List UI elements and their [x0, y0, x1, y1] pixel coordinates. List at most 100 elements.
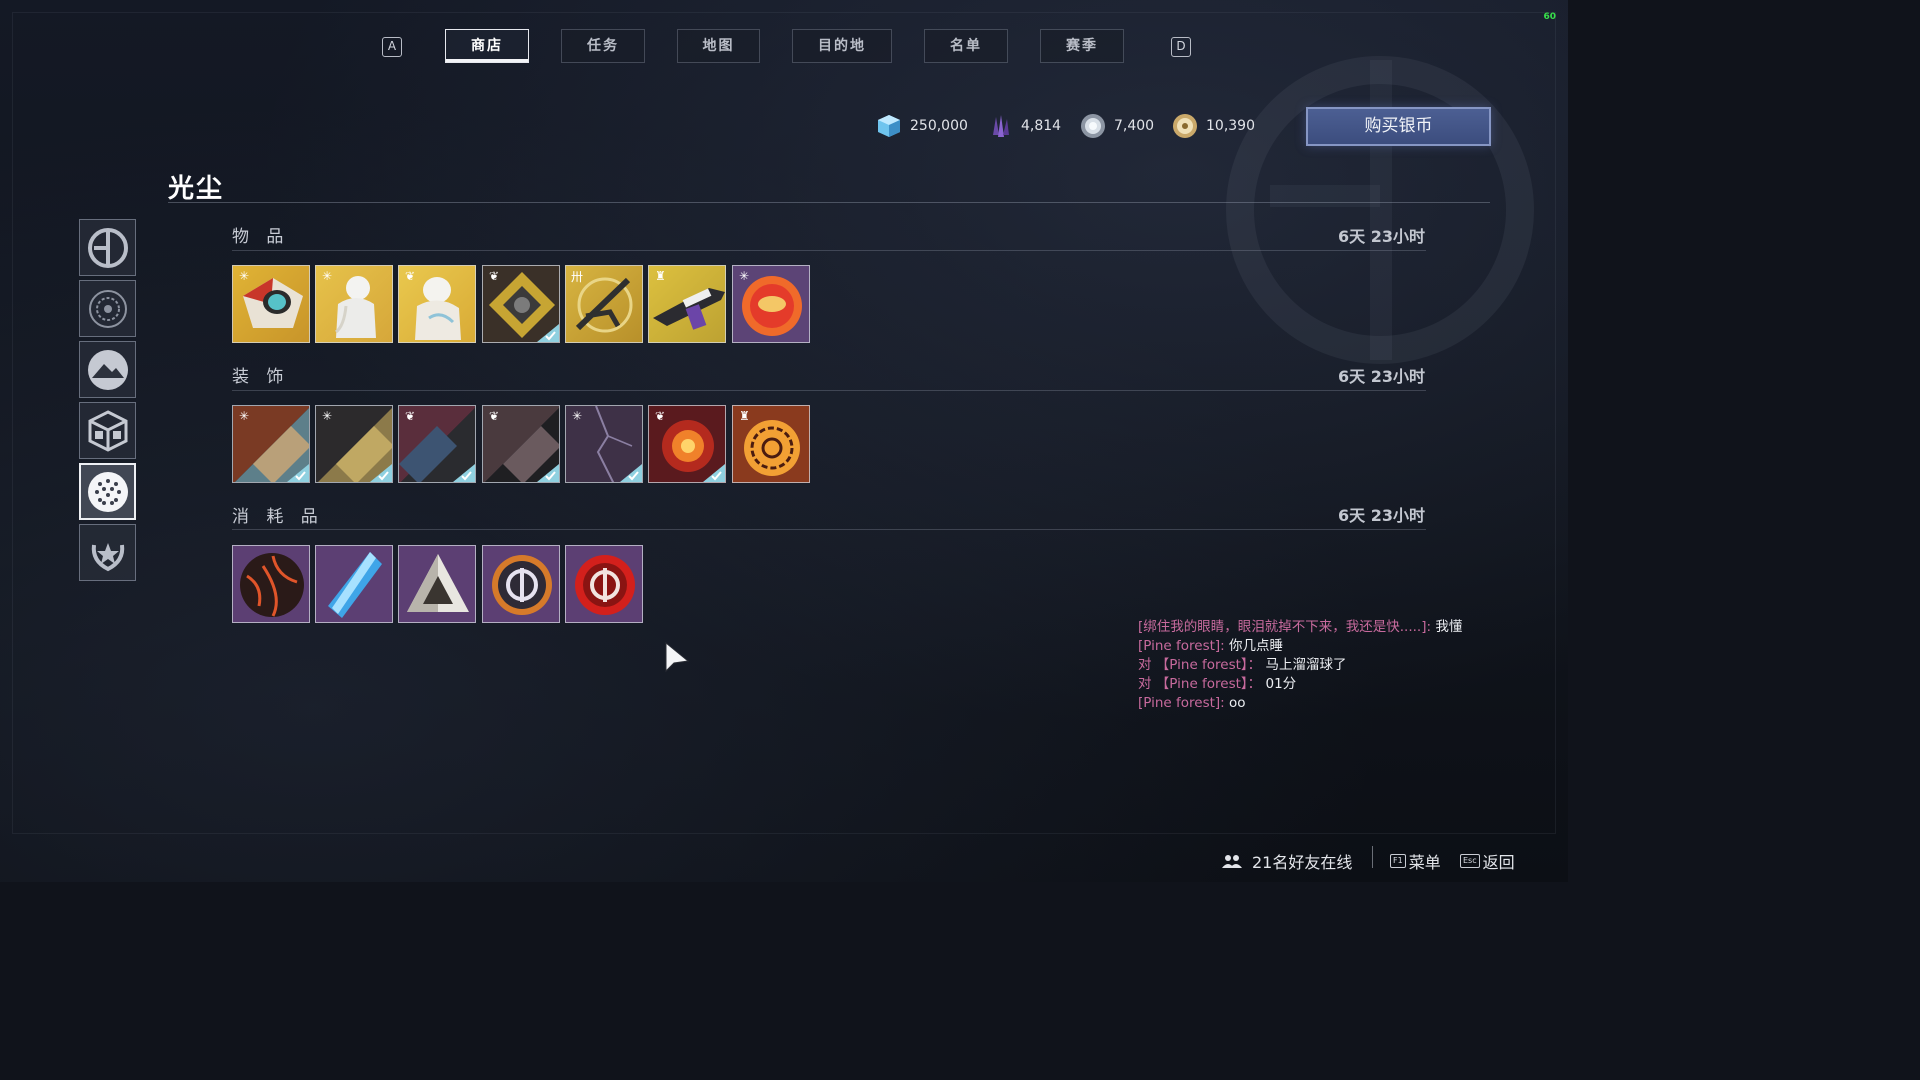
projection-item[interactable]: ♜: [732, 405, 810, 483]
svg-text:❦: ❦: [405, 409, 415, 423]
vendor-eververse-button[interactable]: [79, 219, 136, 276]
shader-5-item[interactable]: ✳: [565, 405, 643, 483]
tab-season[interactable]: 赛季: [1040, 29, 1124, 63]
svg-text:♜: ♜: [739, 409, 750, 423]
chat-sender: 对 【Pine forest】：: [1138, 657, 1266, 673]
title-divider: [168, 202, 1490, 203]
owned-check-icon: [620, 464, 642, 482]
chat-message: 01分: [1265, 676, 1297, 692]
buy-silver-button[interactable]: 购买银币: [1306, 107, 1491, 146]
back-hint[interactable]: Esc 返回: [1460, 849, 1515, 873]
owned-check-icon: [453, 464, 475, 482]
section-cosmetics-timer: 6天 23小时: [1338, 367, 1425, 386]
tab-map[interactable]: 地图: [677, 29, 760, 63]
section-items-timer: 6天 23小时: [1338, 227, 1425, 246]
esc-key: Esc: [1460, 854, 1480, 868]
chat-log: [绑住我的眼睛，眼泪就掉不下来，我还是快.....]: 我懂 [Pine for…: [1138, 618, 1462, 713]
gambit-icon: [87, 349, 128, 390]
svg-text:✳: ✳: [322, 409, 332, 423]
eververse-icon: [87, 227, 128, 268]
chat-message: 我懂: [1435, 619, 1463, 635]
vendor-laurel-button[interactable]: [79, 524, 136, 581]
section-cosmetics-divider: [232, 390, 1426, 391]
bright-dust-value: 7,400: [1114, 118, 1155, 134]
friends-online[interactable]: 21名好友在线: [1222, 849, 1352, 873]
legendary-shards-icon: [993, 115, 1009, 137]
chat-line: 对 【Pine forest】： 马上溜溜球了: [1138, 656, 1462, 675]
section-cosmetics-label: 装 饰: [232, 367, 290, 387]
section-consumables-divider: [232, 529, 1426, 530]
nav-right-key[interactable]: D: [1171, 37, 1191, 57]
chat-line: [绑住我的眼睛，眼泪就掉不下来，我还是快.....]: 我懂: [1138, 618, 1462, 637]
svg-text:✳: ✳: [239, 409, 249, 423]
silver-value: 10,390: [1206, 118, 1255, 134]
ornate-sphere-item[interactable]: [232, 545, 310, 623]
vendor-crucible-button[interactable]: [79, 280, 136, 337]
background-eververse-emblem: ★ ★ ★: [1226, 50, 1534, 364]
bottom-separator: [1372, 846, 1373, 868]
nav-left-key[interactable]: A: [382, 37, 402, 57]
chat-line: [Pine forest]: oo: [1138, 694, 1462, 713]
silver-coin-icon: [1173, 114, 1197, 138]
laurel-star-icon: [91, 542, 124, 571]
armor-ornament-item[interactable]: ✳: [315, 265, 393, 343]
blue-crystal-item[interactable]: [315, 545, 393, 623]
sniper-ornament-item[interactable]: ♜: [648, 265, 726, 343]
friends-icon: [1222, 855, 1242, 868]
svg-text:✳: ✳: [322, 269, 332, 283]
chat-message: 你几点睡: [1229, 638, 1284, 654]
vendor-gambit-button[interactable]: [79, 341, 136, 398]
chat-message: oo: [1229, 695, 1246, 711]
chat-line: [Pine forest]: 你几点睡: [1138, 637, 1462, 656]
shader-1-item[interactable]: ✳: [232, 405, 310, 483]
svg-text:❦: ❦: [489, 269, 499, 283]
crucible-emblem-icon: [88, 289, 127, 328]
tab-store[interactable]: 商店: [445, 29, 529, 63]
shader-4-item[interactable]: ❦: [482, 405, 560, 483]
shards-value: 4,814: [1021, 118, 1062, 134]
back-label: 返回: [1482, 853, 1515, 872]
bright-dust-icon: [1081, 114, 1105, 138]
section-consumables-label: 消 耗 品: [232, 507, 324, 527]
tab-quests[interactable]: 任务: [561, 29, 645, 63]
ship-item[interactable]: ❦: [482, 265, 560, 343]
svg-text:❦: ❦: [489, 409, 499, 423]
tab-destinations[interactable]: 目的地: [792, 29, 892, 63]
transmat-item[interactable]: ❦: [648, 405, 726, 483]
menu-label: 菜单: [1408, 853, 1441, 872]
svg-text:✳: ✳: [239, 269, 249, 283]
emote-item[interactable]: ✳: [732, 265, 810, 343]
bottom-bar: 21名好友在线 F1 菜单 Esc 返回: [0, 838, 1568, 882]
chat-sender: [Pine forest]:: [1138, 695, 1230, 711]
section-items-divider: [232, 250, 1426, 251]
svg-text:❦: ❦: [655, 409, 665, 423]
chat-message: 马上溜溜球了: [1265, 657, 1347, 673]
currency-glimmer: 250,000: [876, 110, 968, 142]
prism-item[interactable]: [398, 545, 476, 623]
vendor-bright-dust-button[interactable]: [79, 463, 136, 520]
tab-roster[interactable]: 名单: [924, 29, 1008, 63]
svg-text:✳: ✳: [572, 409, 582, 423]
eververse-token-item[interactable]: [482, 545, 560, 623]
glimmer-cube-icon: [878, 115, 900, 137]
vendor-cube-button[interactable]: [79, 402, 136, 459]
currency-silver: 10,390: [1172, 110, 1255, 142]
screen: 60 ★ ★ ★ A 商店 任务 地图 目的地 名单 赛季 D 250,000 …: [0, 0, 1568, 882]
owned-check-icon: [537, 464, 559, 482]
chat-sender: [绑住我的眼睛，眼泪就掉不下来，我还是快.....]:: [1138, 619, 1436, 635]
owned-check-icon: [287, 464, 309, 482]
bright-dust-vendor-icon: [87, 471, 128, 512]
armor-ornament-2-item[interactable]: ❦: [398, 265, 476, 343]
red-engram-item[interactable]: [565, 545, 643, 623]
shader-3-item[interactable]: ❦: [398, 405, 476, 483]
owned-check-icon: [537, 324, 559, 342]
glimmer-value: 250,000: [910, 118, 968, 134]
menu-hint[interactable]: F1 菜单: [1390, 849, 1441, 873]
chat-sender: 对 【Pine forest】：: [1138, 676, 1266, 692]
owned-check-icon: [703, 464, 725, 482]
weapon-ornament-item[interactable]: 卅: [565, 265, 643, 343]
cube-icon: [88, 409, 127, 452]
svg-text:✳: ✳: [739, 269, 749, 283]
ghost-shell-item[interactable]: ✳: [232, 265, 310, 343]
shader-2-item[interactable]: ✳: [315, 405, 393, 483]
